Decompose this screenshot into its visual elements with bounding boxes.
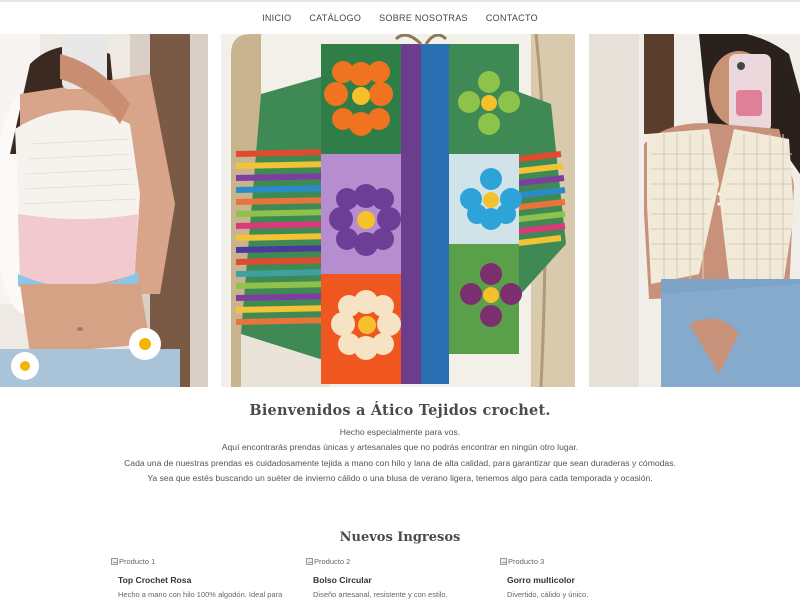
hero-gallery: [0, 34, 800, 387]
product-card[interactable]: Producto 1 Top Crochet Rosa Hecho a mano…: [111, 556, 301, 599]
product-image-alt: Producto 2: [314, 557, 351, 566]
broken-image-icon: [111, 558, 118, 565]
new-arrivals-title: Nuevos Ingresos: [339, 530, 461, 545]
product-image-alt: Producto 3: [508, 557, 545, 566]
welcome-line: Cada una de nuestras prendas es cuidados…: [124, 457, 676, 468]
products-grid: Producto 1 Top Crochet Rosa Hecho a mano…: [0, 556, 800, 600]
product-image-alt: Producto 1: [119, 557, 156, 566]
product-card[interactable]: Producto 2 Bolso Circular Diseño artesan…: [306, 556, 496, 599]
hero-image-cardigan: [221, 34, 575, 387]
product-title[interactable]: Top Crochet Rosa: [111, 575, 301, 585]
welcome-section: Bienvenidos a Ático Tejidos crochet. Hec…: [0, 402, 800, 487]
product-image[interactable]: Producto 3: [500, 556, 690, 567]
broken-image-icon: [306, 558, 313, 565]
product-description: Hecho a mano con hilo 100% algodón. Idea…: [118, 590, 283, 599]
welcome-line: Ya sea que estés buscando un suéter de i…: [147, 473, 653, 484]
broken-image-icon: [500, 558, 507, 565]
hero-image-vest: [589, 34, 800, 387]
product-description: Diseño artesanal, resistente y con estil…: [313, 590, 448, 599]
welcome-line: Aquí encontrarás prendas únicas y artesa…: [221, 442, 579, 453]
nav-link-catalogo[interactable]: CATÁLOGO: [300, 13, 370, 23]
top-navigation: INICIO CATÁLOGO SOBRE NOSOTRAS CONTACTO: [0, 0, 800, 34]
product-image[interactable]: Producto 1: [111, 556, 301, 567]
hero-image-crochet-top: [0, 34, 208, 387]
welcome-line: Hecho especialmente para vos.: [339, 427, 461, 437]
nav-link-sobre-nosotras[interactable]: SOBRE NOSOTRAS: [370, 13, 477, 23]
product-title[interactable]: Bolso Circular: [306, 575, 496, 585]
product-title[interactable]: Gorro multicolor: [500, 575, 690, 585]
product-image[interactable]: Producto 2: [306, 556, 496, 567]
welcome-title: Bienvenidos a Ático Tejidos crochet.: [249, 402, 551, 419]
product-card[interactable]: Producto 3 Gorro multicolor Divertido, c…: [500, 556, 690, 599]
nav-link-inicio[interactable]: INICIO: [253, 13, 300, 23]
product-description: Divertido, cálido y único.: [507, 590, 589, 599]
nav-link-contacto[interactable]: CONTACTO: [477, 13, 547, 23]
